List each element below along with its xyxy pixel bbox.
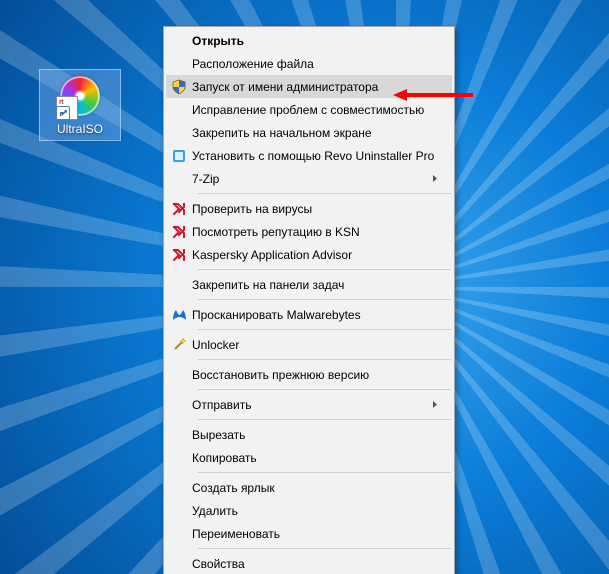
menu-item[interactable]: Unlocker — [166, 333, 452, 356]
menu-item[interactable]: Отправить — [166, 393, 452, 416]
blank-icon — [166, 476, 192, 499]
menu-item[interactable]: Удалить — [166, 499, 452, 522]
menu-item-label: Kaspersky Application Advisor — [192, 248, 444, 262]
menu-item[interactable]: Копировать — [166, 446, 452, 469]
menu-item-label: Закрепить на начальном экране — [192, 126, 444, 140]
revo-icon — [172, 149, 186, 163]
menu-separator — [198, 193, 451, 194]
menu-item[interactable]: Переименовать — [166, 522, 452, 545]
menu-item-label: Расположение файла — [192, 57, 444, 71]
menu-item-label: Вырезать — [192, 428, 444, 442]
menu-item-label: Проверить на вирусы — [192, 202, 444, 216]
kasp-icon — [166, 220, 192, 243]
shortcut-label: UltraISO — [40, 122, 120, 136]
blank-icon — [166, 363, 192, 386]
menu-item[interactable]: Запуск от имени администратора — [166, 75, 452, 98]
menu-item-label: Свойства — [192, 557, 444, 571]
menu-separator — [198, 359, 451, 360]
menu-item-label: Запуск от имени администратора — [192, 80, 444, 94]
menu-item[interactable]: Исправление проблем с совместимостью — [166, 98, 452, 121]
menu-item-label: Исправление проблем с совместимостью — [192, 103, 444, 117]
menu-item-label: Просканировать Malwarebytes — [192, 308, 444, 322]
menu-separator — [198, 472, 451, 473]
menu-item[interactable]: Расположение файла — [166, 52, 452, 75]
blank-icon — [166, 499, 192, 522]
blank-icon — [166, 121, 192, 144]
menu-item[interactable]: Просканировать Malwarebytes — [166, 303, 452, 326]
menu-item[interactable]: Kaspersky Application Advisor — [166, 243, 452, 266]
menu-item[interactable]: Проверить на вирусы — [166, 197, 452, 220]
blank-icon — [166, 167, 192, 190]
mbam-icon — [166, 303, 192, 326]
menu-separator — [198, 548, 451, 549]
blank-icon — [166, 552, 192, 574]
menu-item[interactable]: Свойства — [166, 552, 452, 574]
menu-item-label: Посмотреть репутацию в KSN — [192, 225, 444, 239]
menu-item-label: 7-Zip — [192, 172, 432, 186]
menu-item-label: Удалить — [192, 504, 444, 518]
kasp-icon — [166, 197, 192, 220]
shield-icon — [171, 79, 187, 95]
chevron-right-icon — [432, 174, 444, 183]
kaspersky-icon — [172, 202, 186, 216]
shield-icon — [166, 75, 192, 98]
blank-icon — [166, 522, 192, 545]
blank-icon — [166, 273, 192, 296]
menu-item-label: Отправить — [192, 398, 432, 412]
menu-item[interactable]: Установить с помощью Revo Uninstaller Pr… — [166, 144, 452, 167]
menu-item[interactable]: Вырезать — [166, 423, 452, 446]
menu-item-label: Unlocker — [192, 338, 444, 352]
blank-icon — [166, 98, 192, 121]
menu-separator — [198, 389, 451, 390]
menu-separator — [198, 329, 451, 330]
desktop-shortcut-ultraiso[interactable]: UltraISO — [40, 70, 120, 140]
blank-icon — [166, 52, 192, 75]
menu-item-label: Создать ярлык — [192, 481, 444, 495]
menu-item-label: Переименовать — [192, 527, 444, 541]
chevron-right-icon — [432, 400, 444, 409]
menu-item-label: Установить с помощью Revo Uninstaller Pr… — [192, 149, 444, 163]
wand-icon — [172, 337, 187, 352]
menu-item[interactable]: Открыть — [166, 29, 452, 52]
kaspersky-icon — [172, 248, 186, 262]
blank-icon — [166, 29, 192, 52]
menu-item-label: Копировать — [192, 451, 444, 465]
context-menu: Открыть Расположение файла Запуск от имени… — [163, 26, 455, 574]
blank-icon — [166, 393, 192, 416]
kaspersky-icon — [172, 225, 186, 239]
menu-item[interactable]: Закрепить на начальном экране — [166, 121, 452, 144]
blank-icon — [166, 446, 192, 469]
malwarebytes-icon — [172, 308, 187, 322]
menu-item[interactable]: Восстановить прежнюю версию — [166, 363, 452, 386]
menu-item-label: Восстановить прежнюю версию — [192, 368, 444, 382]
shortcut-overlay-icon — [56, 106, 70, 120]
menu-item[interactable]: 7-Zip — [166, 167, 452, 190]
menu-item[interactable]: Закрепить на панели задач — [166, 273, 452, 296]
menu-item[interactable]: Создать ярлык — [166, 476, 452, 499]
menu-item[interactable]: Посмотреть репутацию в KSN — [166, 220, 452, 243]
revo-icon — [166, 144, 192, 167]
menu-separator — [198, 419, 451, 420]
blank-icon — [166, 423, 192, 446]
menu-item-label: Открыть — [192, 34, 444, 48]
shortcut-icon — [56, 72, 104, 120]
menu-separator — [198, 269, 451, 270]
kasp-icon — [166, 243, 192, 266]
menu-separator — [198, 299, 451, 300]
menu-item-label: Закрепить на панели задач — [192, 278, 444, 292]
wand-icon — [166, 333, 192, 356]
